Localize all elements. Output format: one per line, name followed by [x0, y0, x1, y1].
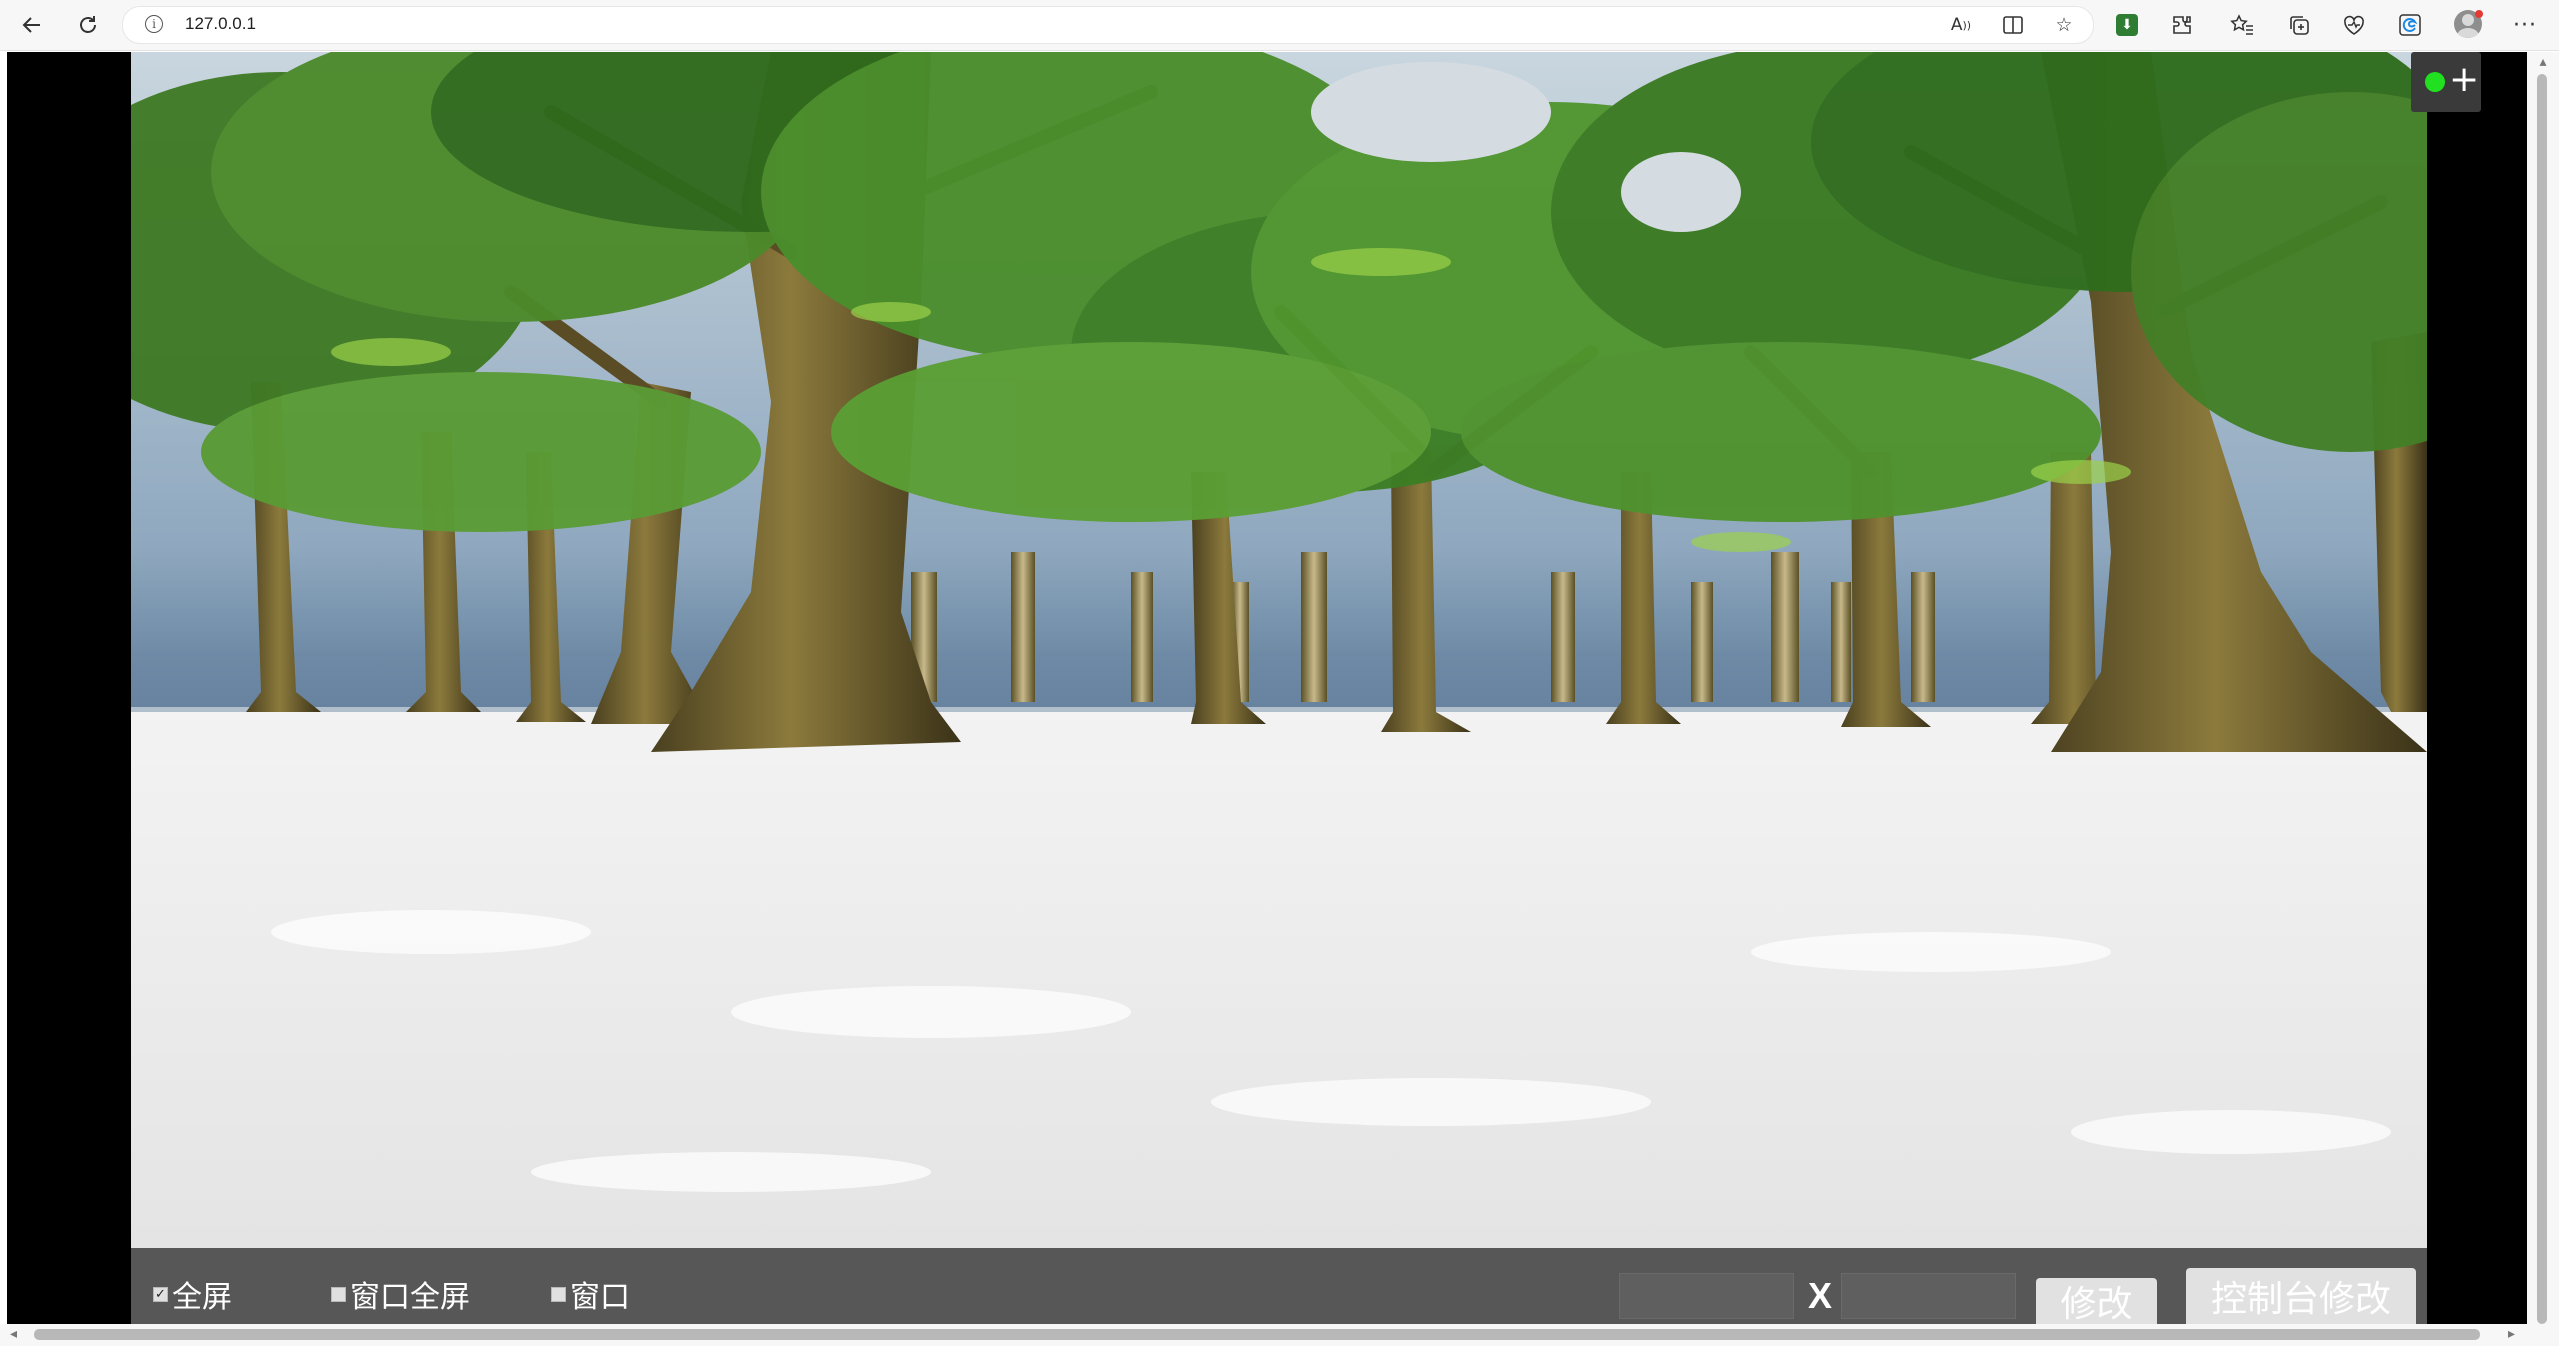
vertical-scroll-thumb[interactable] — [2537, 74, 2547, 1324]
scroll-right-arrow[interactable]: ▸ — [2508, 1326, 2515, 1342]
window-label: 窗口 — [570, 1280, 630, 1315]
url-text[interactable]: 127.0.0.1 — [185, 14, 256, 34]
more-icon: ··· — [2513, 12, 2537, 38]
collections-button[interactable] — [2282, 8, 2316, 42]
extensions-button[interactable] — [2165, 8, 2199, 42]
edge-copilot-icon — [2399, 14, 2421, 36]
browser-toolbar: i 127.0.0.1 A)) ☆ ⬇ ··· — [0, 0, 2559, 51]
resolution-separator: X — [1807, 1275, 1832, 1316]
width-input[interactable] — [1619, 1273, 1794, 1319]
download-button[interactable]: ⬇ — [2110, 8, 2144, 42]
split-screen-icon[interactable] — [1999, 11, 2027, 39]
window-fullscreen-label: 窗口全屏 — [350, 1280, 470, 1315]
plus-icon[interactable]: + — [2449, 60, 2479, 100]
window-fullscreen-option[interactable]: 窗口全屏 — [331, 1276, 470, 1315]
notification-dot — [2475, 10, 2483, 18]
favorites-button[interactable] — [2225, 8, 2259, 42]
performance-button[interactable] — [2337, 8, 2371, 42]
forest-scene-image — [131, 52, 2427, 1248]
performance-icon — [2344, 15, 2364, 35]
page-viewport: + ✓ 全屏 窗口全屏 窗口 X 修改 控制台修改 — [7, 52, 2527, 1325]
favorites-icon — [2230, 14, 2253, 35]
scroll-left-arrow[interactable]: ◂ — [10, 1326, 17, 1342]
fullscreen-option[interactable]: ✓ 全屏 — [153, 1276, 232, 1315]
modify-button[interactable]: 修改 — [2036, 1278, 2157, 1325]
status-indicator — [2425, 72, 2445, 92]
window-option[interactable]: 窗口 — [551, 1276, 630, 1315]
back-icon — [22, 17, 40, 33]
display-control-bar: ✓ 全屏 窗口全屏 窗口 X 修改 控制台修改 — [131, 1248, 2427, 1325]
console-modify-button[interactable]: 控制台修改 — [2186, 1268, 2416, 1324]
window-fullscreen-checkbox[interactable] — [331, 1286, 346, 1302]
back-button[interactable] — [15, 8, 49, 42]
3d-scene-canvas[interactable] — [131, 52, 2427, 1248]
download-icon: ⬇ — [2116, 14, 2138, 36]
more-button[interactable]: ··· — [2508, 8, 2542, 42]
stats-widget[interactable]: + — [2411, 52, 2481, 112]
horizontal-scrollbar[interactable]: ◂ ▸ — [0, 1324, 2559, 1346]
extensions-icon — [2173, 16, 2191, 34]
horizontal-scroll-thumb[interactable] — [34, 1329, 2480, 1340]
refresh-icon — [80, 16, 96, 33]
refresh-button[interactable] — [71, 8, 105, 42]
favorite-star-icon[interactable]: ☆ — [2050, 11, 2078, 39]
vertical-scrollbar[interactable]: ▴ — [2527, 52, 2559, 1324]
collections-icon — [2290, 16, 2309, 35]
scroll-up-arrow[interactable]: ▴ — [2527, 54, 2559, 70]
fullscreen-label: 全屏 — [172, 1280, 232, 1315]
height-input[interactable] — [1841, 1273, 2016, 1319]
info-icon[interactable]: i — [145, 15, 163, 33]
window-checkbox[interactable] — [551, 1286, 566, 1302]
address-bar[interactable]: i 127.0.0.1 A)) ☆ — [122, 6, 2094, 44]
read-aloud-icon[interactable]: A)) — [1947, 11, 1975, 39]
fullscreen-checkbox[interactable]: ✓ — [153, 1286, 168, 1302]
edge-copilot-button[interactable] — [2393, 8, 2427, 42]
